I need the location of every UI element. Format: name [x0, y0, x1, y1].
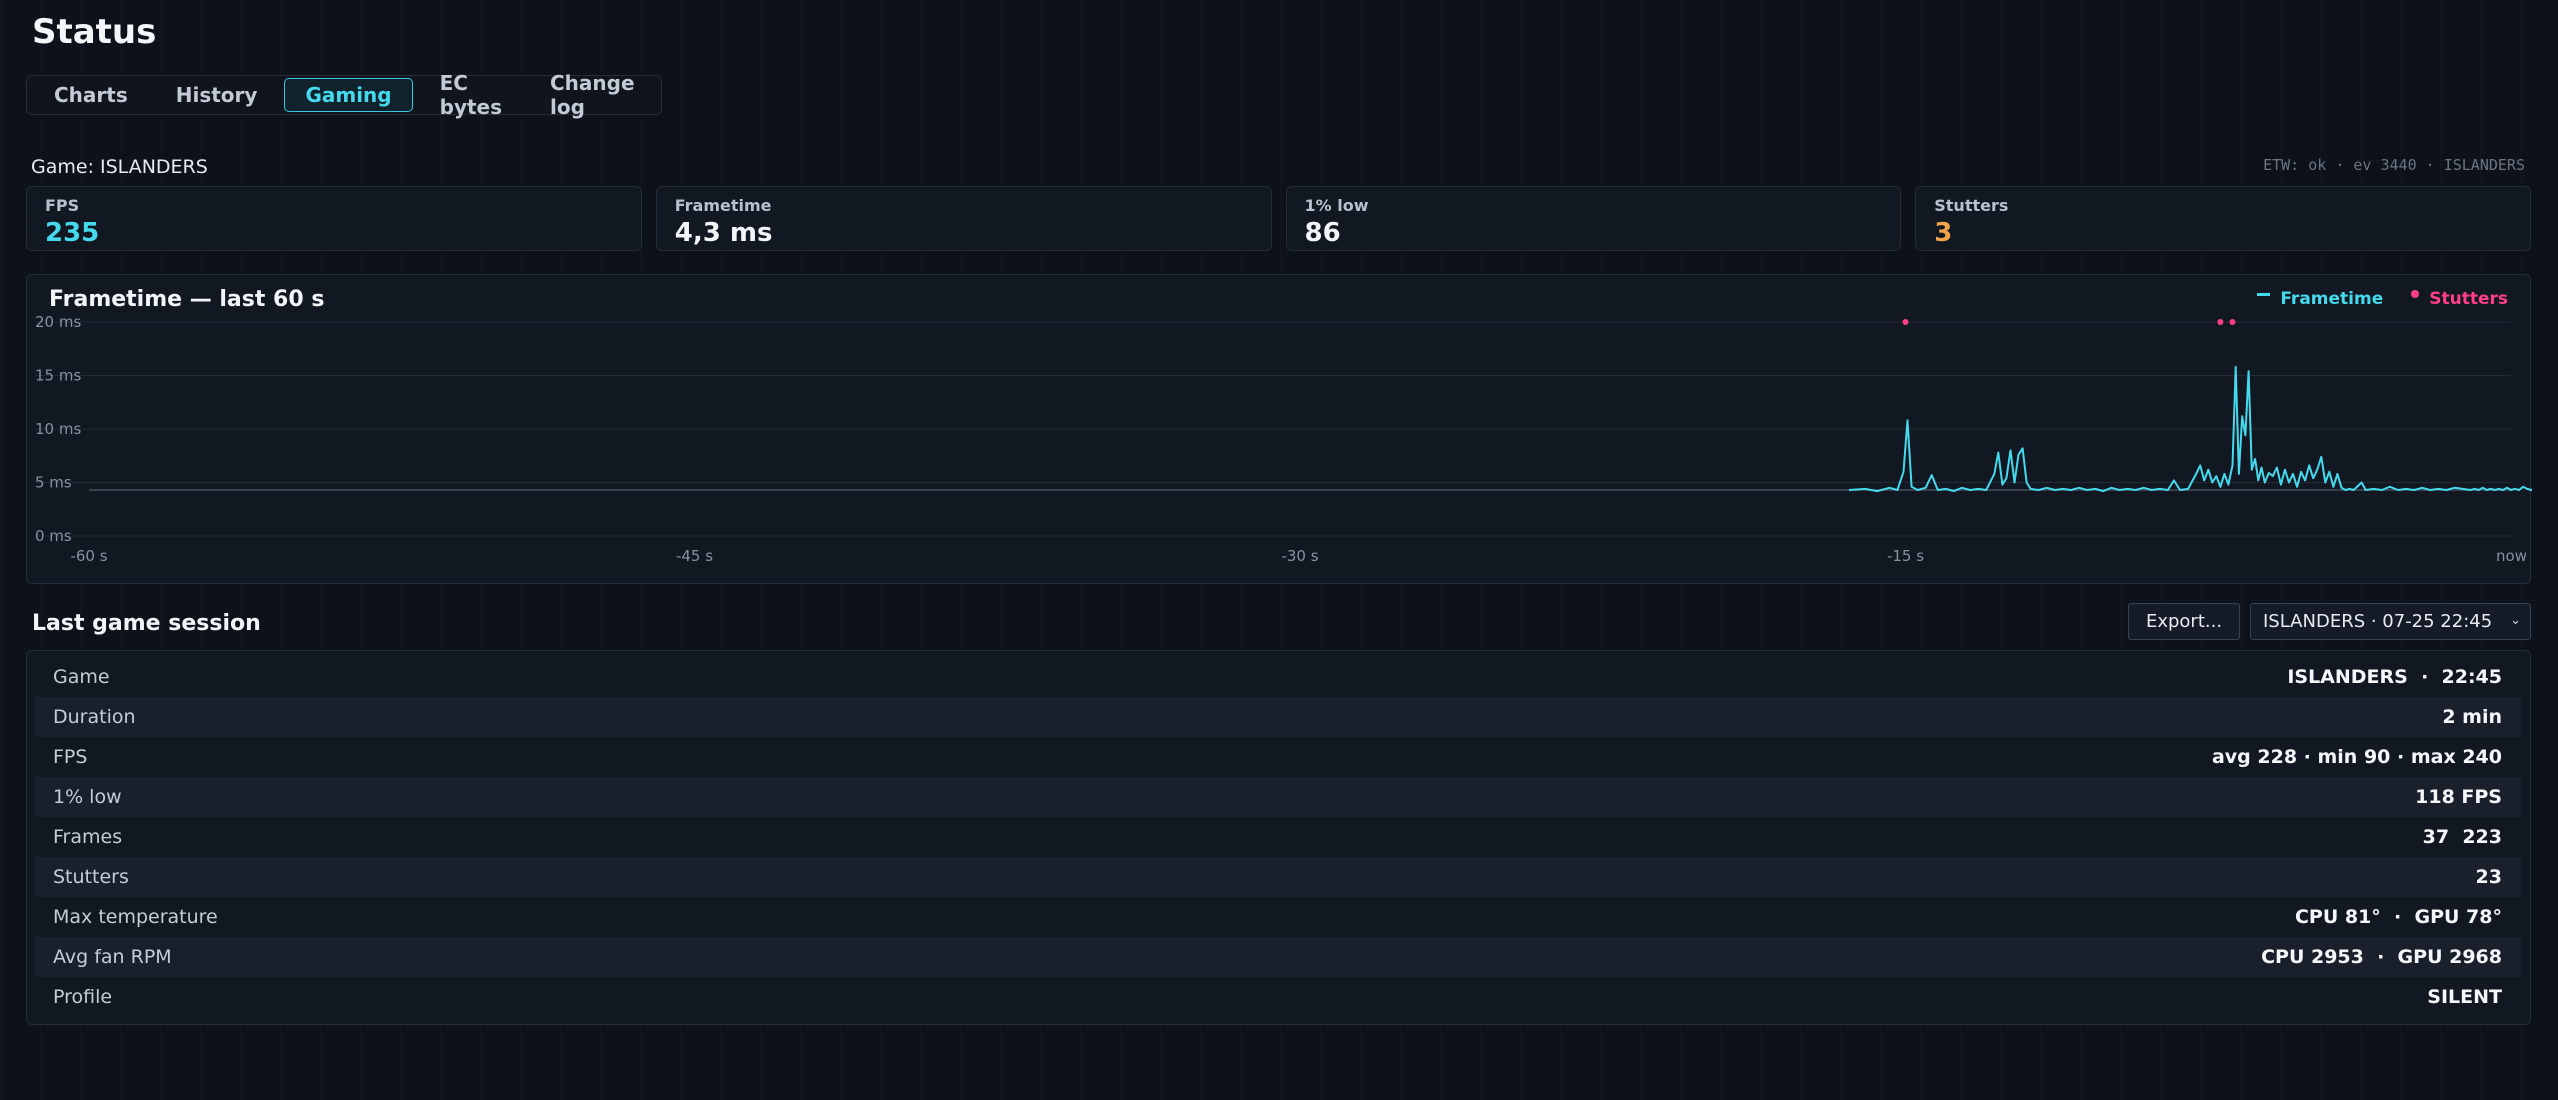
session-row-game: Game ISLANDERS · 22:45	[35, 657, 2522, 697]
row-value: CPU 2953 · GPU 2968	[2261, 946, 2502, 968]
row-key: Duration	[53, 706, 136, 728]
y-tick-label: 0 ms	[35, 527, 72, 545]
row-key: Stutters	[53, 866, 129, 888]
row-key: Max temperature	[53, 906, 218, 928]
stat-label: 1% low	[1304, 196, 1369, 215]
session-row-fps: FPS avg 228 · min 90 · max 240	[35, 737, 2522, 777]
session-details-table: Game ISLANDERS · 22:45 Duration 2 min FP…	[26, 650, 2531, 1025]
page-title: Status	[32, 12, 157, 52]
tab-ec-bytes[interactable]: EC bytes	[419, 71, 523, 119]
game-label: Game: ISLANDERS	[31, 156, 208, 178]
x-tick-label: -60 s	[70, 547, 107, 565]
stat-value: 4,3 ms	[674, 218, 773, 248]
session-row-profile: Profile SILENT	[35, 977, 2522, 1017]
tab-history[interactable]: History	[155, 78, 279, 112]
row-key: Frames	[53, 826, 123, 848]
legend-item-stutters: Stutters	[2411, 289, 2508, 309]
legend-label: Frametime	[2280, 289, 2384, 309]
x-tick-label: now	[2496, 547, 2527, 565]
frametime-swatch-icon	[2257, 292, 2271, 296]
stat-card-frametime: Frametime 4,3 ms	[655, 186, 1272, 251]
session-row-stutters: Stutters 23	[35, 857, 2522, 897]
y-tick-label: 20 ms	[35, 313, 81, 331]
session-row-avg-fan-rpm: Avg fan RPM CPU 2953 · GPU 2968	[35, 937, 2522, 977]
stutter-point	[2217, 319, 2224, 325]
session-select-value: ISLANDERS · 07-25 22:45	[2263, 611, 2493, 632]
session-row-max-temperature: Max temperature CPU 81° · GPU 78°	[35, 897, 2522, 937]
tab-charts[interactable]: Charts	[33, 78, 149, 112]
row-value: 118 FPS	[2415, 786, 2502, 808]
tab-change-log[interactable]: Change log	[529, 71, 656, 119]
legend-item-frametime: Frametime	[2257, 289, 2383, 309]
session-row-frames: Frames 37 223	[35, 817, 2522, 857]
row-value: ISLANDERS · 22:45	[2287, 666, 2502, 688]
x-tick-label: -30 s	[1281, 547, 1318, 565]
session-title: Last game session	[32, 611, 261, 636]
stat-card-stutters: Stutters 3	[1915, 186, 2531, 251]
stutter-point	[1902, 319, 1909, 325]
tab-gaming[interactable]: Gaming	[284, 78, 413, 112]
session-select[interactable]: ISLANDERS · 07-25 22:45 ⌄	[2250, 603, 2531, 640]
row-value: SILENT	[2427, 986, 2502, 1008]
x-tick-label: -45 s	[676, 547, 713, 565]
row-value: 2 min	[2442, 706, 2502, 728]
y-tick-label: 5 ms	[35, 474, 72, 492]
row-value: CPU 81° · GPU 78°	[2294, 906, 2502, 928]
stat-value: 86	[1304, 218, 1341, 248]
frametime-chart: 0 ms 5 ms 10 ms 15 ms 20 ms -60 s -45 s -30 s -1…	[35, 313, 2532, 565]
legend-label: Stutters	[2429, 289, 2508, 309]
row-key: Game	[53, 666, 110, 688]
y-tick-label: 10 ms	[35, 420, 81, 438]
stat-cards: FPS 235 Frametime 4,3 ms 1% low 86 Stutt…	[26, 186, 2531, 251]
stat-label: Frametime	[674, 196, 772, 215]
chart-legend: Frametime Stutters	[2257, 289, 2508, 309]
export-button[interactable]: Export...	[2128, 603, 2240, 640]
stat-card-fps: FPS 235	[26, 186, 642, 251]
x-tick-label: -15 s	[1887, 547, 1924, 565]
chevron-down-icon: ⌄	[2510, 613, 2521, 628]
y-tick-label: 15 ms	[35, 367, 81, 385]
chart-title: Frametime — last 60 s	[49, 287, 325, 312]
stutter-swatch-icon	[2411, 290, 2420, 298]
frametime-chart-panel: 0 ms 5 ms 10 ms 15 ms 20 ms -60 s -45 s -30 s -1…	[26, 274, 2532, 584]
session-row-duration: Duration 2 min	[35, 697, 2522, 737]
session-row-1pct-low: 1% low 118 FPS	[35, 777, 2522, 817]
row-value: 23	[2475, 866, 2502, 888]
row-value: avg 228 · min 90 · max 240	[2211, 746, 2502, 768]
stutter-point	[2229, 319, 2236, 325]
row-key: Avg fan RPM	[53, 946, 172, 968]
stat-value: 235	[45, 218, 100, 248]
row-key: 1% low	[53, 786, 122, 808]
tab-bar: Charts History Gaming EC bytes Change lo…	[26, 71, 662, 119]
etw-status: ETW: ok · ev 3440 · ISLANDERS	[2263, 156, 2525, 174]
stat-card-1pct-low: 1% low 86	[1285, 186, 1902, 251]
row-value: 37 223	[2422, 826, 2502, 848]
stat-label: FPS	[45, 196, 80, 215]
stat-value: 3	[1934, 218, 1953, 248]
row-key: Profile	[53, 986, 113, 1008]
stat-label: Stutters	[1934, 196, 2009, 215]
row-key: FPS	[53, 746, 88, 768]
